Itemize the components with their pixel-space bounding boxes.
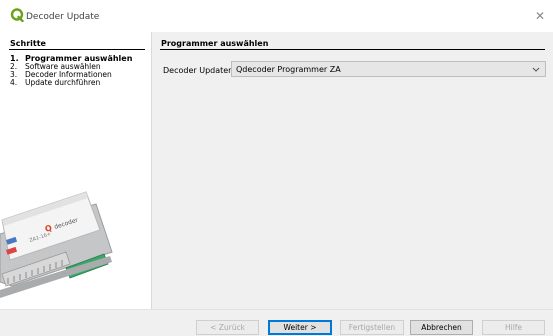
decoder-updater-value: Qdecoder Programmer ZA: [236, 65, 341, 74]
decoder-updater-select[interactable]: Qdecoder Programmer ZA: [231, 61, 546, 77]
next-button[interactable]: Weiter >: [268, 320, 332, 335]
steps-heading-divider: [9, 49, 145, 50]
step-item-4: 4. Update durchführen: [10, 79, 132, 87]
page-title: Programmer auswählen: [161, 39, 269, 48]
steps-sidebar: Schritte 1. Programmer auswählen 2. Soft…: [0, 32, 152, 309]
step-label: Update durchführen: [25, 78, 101, 87]
page-title-divider: [160, 49, 545, 50]
decoder-updater-label: Decoder Updater:: [163, 66, 235, 75]
chevron-down-icon: [532, 67, 540, 72]
window-title: Decoder Update: [26, 12, 100, 22]
close-icon[interactable]: ✕: [535, 9, 545, 23]
qdecoder-logo-icon: [10, 8, 24, 22]
footer-divider: [0, 309, 553, 310]
main-panel: Programmer auswählen Decoder Updater: Qd…: [153, 32, 553, 309]
back-button[interactable]: < Zurück: [196, 320, 259, 335]
help-button[interactable]: Hilfe: [482, 320, 545, 335]
steps-list: 1. Programmer auswählen 2. Software ausw…: [10, 54, 132, 87]
cancel-button[interactable]: Abbrechen: [410, 320, 473, 335]
title-bar: Decoder Update ✕: [0, 0, 553, 32]
finish-button[interactable]: Fertigstellen: [340, 320, 404, 335]
step-number: 4.: [10, 78, 18, 87]
decoder-device-image: Q decoder ZA1-16+: [0, 191, 113, 298]
steps-heading: Schritte: [10, 39, 46, 48]
